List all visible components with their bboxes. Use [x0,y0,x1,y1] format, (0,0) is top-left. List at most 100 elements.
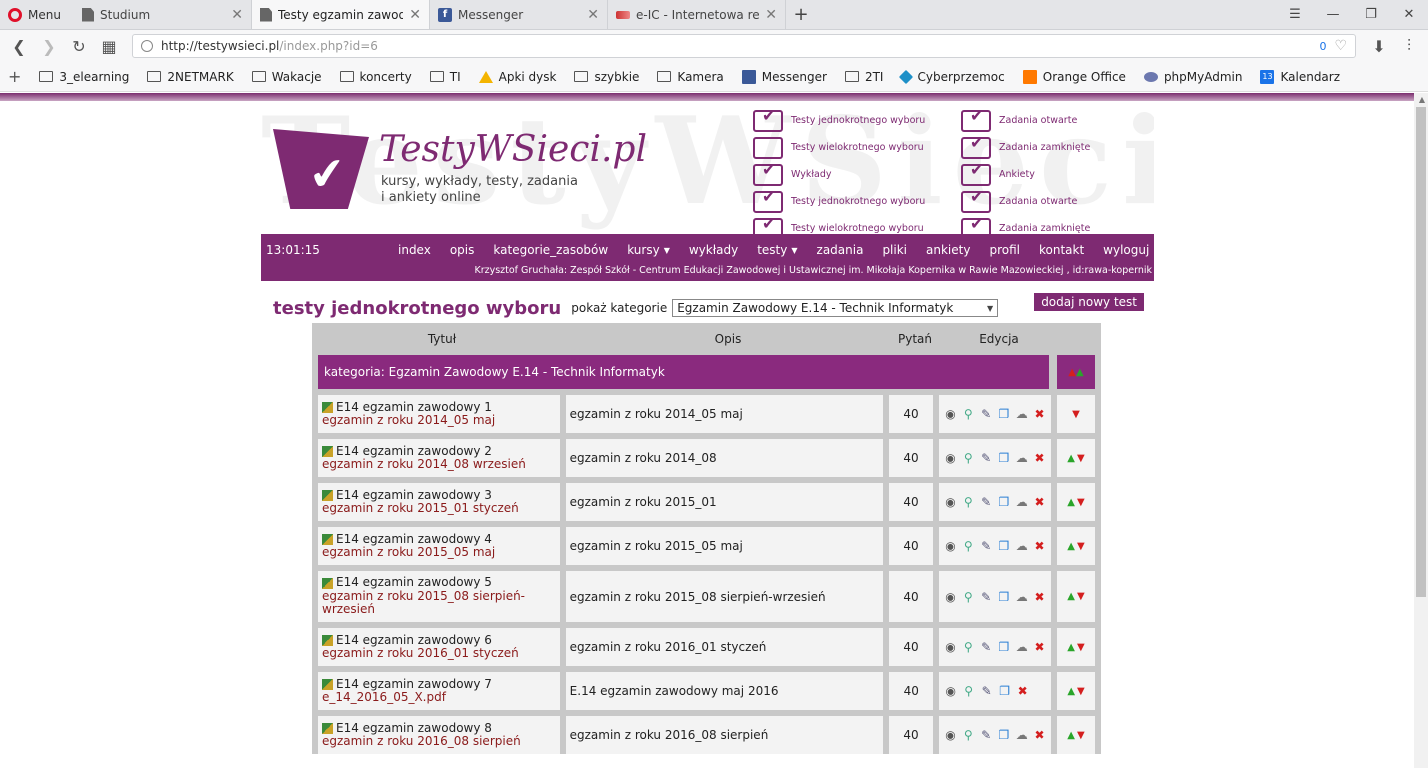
preview-eye-icon[interactable]: ◉ [943,407,958,421]
delete-icon[interactable]: ✖ [1032,728,1047,742]
menu-item-wyklady[interactable]: wykłady [689,243,738,257]
delete-icon[interactable]: ✖ [1032,640,1047,654]
close-tab-icon[interactable]: ✕ [231,7,243,23]
maximize-button[interactable]: ❐ [1352,7,1390,22]
arrow-down-icon[interactable]: ▼ [1072,409,1080,420]
delete-icon[interactable]: ✖ [1032,590,1047,604]
test-name[interactable]: E14 egzamin zawodowy 1 [322,400,492,415]
search-user-icon[interactable]: ⚲ [961,495,976,509]
delete-icon[interactable]: ✖ [1015,684,1030,698]
menu-item-wyloguj[interactable]: wyloguj [1103,243,1149,257]
arrow-up-icon[interactable]: ▲ [1076,367,1084,378]
bookmark-item[interactable]: TI [429,70,461,84]
copy-icon[interactable]: ❐ [997,451,1012,465]
add-bookmark-button[interactable]: + [8,67,21,86]
menu-item-ankiety[interactable]: ankiety [926,243,970,257]
bookmark-item[interactable]: szybkie [574,70,639,84]
reload-button[interactable]: ↻ [66,37,92,56]
cloud-eye-icon[interactable]: ☁ [1014,451,1029,465]
close-tab-icon[interactable]: ✕ [409,7,421,23]
cloud-eye-icon[interactable]: ☁ [1014,495,1029,509]
browser-tab-active[interactable]: Testy egzamin zawodowy ✕ [252,0,430,29]
bookmark-item[interactable]: Wakacje [251,70,322,84]
browser-tab[interactable]: Studium ✕ [74,0,252,29]
test-subtitle-link[interactable]: egzamin z roku 2016_08 sierpień [322,734,521,749]
arrow-up-icon[interactable]: ▲ [1067,591,1075,602]
test-subtitle-link[interactable]: egzamin z roku 2014_08 wrzesień [322,457,526,472]
bookmark-item[interactable]: Kamera [657,70,724,84]
speed-dial-icon[interactable]: ▦ [96,37,122,56]
bookmark-item[interactable]: 3_elearning [39,70,129,84]
scrollbar-thumb[interactable] [1416,107,1426,597]
search-user-icon[interactable]: ⚲ [961,640,976,654]
search-user-icon[interactable]: ⚲ [961,728,976,742]
close-tab-icon[interactable]: ✕ [765,7,777,23]
cloud-eye-icon[interactable]: ☁ [1014,590,1029,604]
test-name[interactable]: E14 egzamin zawodowy 8 [322,721,492,736]
test-name[interactable]: E14 egzamin zawodowy 4 [322,532,492,547]
menu-item-testy[interactable]: testy ▼ [757,243,797,257]
bookmark-item[interactable]: Cyberprzemoc [899,69,1005,84]
arrow-down-icon[interactable]: ▼ [1077,541,1085,552]
test-subtitle-link[interactable]: egzamin z roku 2016_01 styczeń [322,646,519,661]
arrow-down-icon[interactable]: ▼ [1077,730,1085,741]
page-scrollbar[interactable]: ▲ [1414,93,1428,768]
bookmark-heart-icon[interactable]: ♡ [1334,38,1347,54]
copy-icon[interactable]: ❐ [997,640,1012,654]
add-test-button[interactable]: dodaj nowy test [1034,293,1144,311]
minimize-button[interactable]: — [1314,7,1352,22]
cloud-off-icon[interactable]: ☁ [1014,728,1029,742]
menu-item-kategorie[interactable]: kategorie_zasobów [493,243,608,257]
test-subtitle-link[interactable]: e_14_2016_05_X.pdf [322,690,446,705]
test-name[interactable]: E14 egzamin zawodowy 7 [322,677,492,692]
copy-icon[interactable]: ❐ [997,590,1012,604]
test-name[interactable]: E14 egzamin zawodowy 2 [322,444,492,459]
cloud-eye-icon[interactable]: ☁ [1014,407,1029,421]
close-window-button[interactable]: ✕ [1390,7,1428,22]
delete-icon[interactable]: ✖ [1032,539,1047,553]
test-subtitle-link[interactable]: egzamin z roku 2015_01 styczeń [322,501,519,516]
arrow-up-icon[interactable]: ▲ [1067,453,1075,464]
copy-icon[interactable]: ❐ [997,407,1012,421]
arrow-down-icon[interactable]: ▼ [1077,453,1085,464]
arrow-down-icon[interactable]: ▼ [1077,686,1085,697]
category-select[interactable]: Egzamin Zawodowy E.14 - Technik Informat… [672,299,999,317]
edit-icon[interactable]: ✎ [979,495,994,509]
bookmark-item[interactable]: 2TI [844,70,883,84]
opera-menu-button[interactable]: Menu [0,0,74,29]
site-name[interactable]: TestyWSieci.pl [379,129,647,170]
edit-icon[interactable]: ✎ [979,590,994,604]
scroll-up-icon[interactable]: ▲ [1419,95,1425,104]
test-subtitle-link[interactable]: egzamin z roku 2015_08 sierpień-wrzesień [322,589,556,617]
category-move[interactable]: ▲ ▲ [1057,355,1095,389]
cloud-eye-icon[interactable]: ☁ [1014,640,1029,654]
arrow-down-icon[interactable]: ▼ [1077,497,1085,508]
arrow-up-icon[interactable]: ▲ [1067,730,1075,741]
bookmark-item[interactable]: 2NETMARK [147,70,234,84]
test-name[interactable]: E14 egzamin zawodowy 6 [322,633,492,648]
preview-eye-icon[interactable]: ◉ [943,495,958,509]
bookmark-item[interactable]: phpMyAdmin [1143,70,1242,84]
edit-icon[interactable]: ✎ [979,728,994,742]
new-tab-button[interactable]: + [786,0,816,29]
copy-icon[interactable]: ❐ [997,728,1012,742]
delete-icon[interactable]: ✖ [1032,451,1047,465]
arrow-down-icon[interactable]: ▼ [1077,642,1085,653]
forward-button[interactable]: ❯ [36,37,62,56]
arrow-down-icon[interactable]: ▼ [1077,591,1085,602]
search-user-icon[interactable]: ⚲ [961,451,976,465]
test-name[interactable]: E14 egzamin zawodowy 5 [322,576,492,590]
edit-icon[interactable]: ✎ [979,407,994,421]
browser-tab[interactable]: e-IC - Internetowa rezerwa ✕ [608,0,786,29]
menu-item-index[interactable]: index [398,243,431,257]
bookmark-item[interactable]: Orange Office [1022,69,1126,84]
copy-icon[interactable]: ❐ [997,539,1012,553]
preview-eye-icon[interactable]: ◉ [943,539,958,553]
preview-eye-icon[interactable]: ◉ [943,451,958,465]
delete-icon[interactable]: ✖ [1032,495,1047,509]
search-user-icon[interactable]: ⚲ [961,407,976,421]
arrow-up-icon[interactable]: ▲ [1067,686,1075,697]
menu-item-profil[interactable]: profil [989,243,1020,257]
edit-icon[interactable]: ✎ [979,539,994,553]
copy-icon[interactable]: ❐ [997,495,1012,509]
